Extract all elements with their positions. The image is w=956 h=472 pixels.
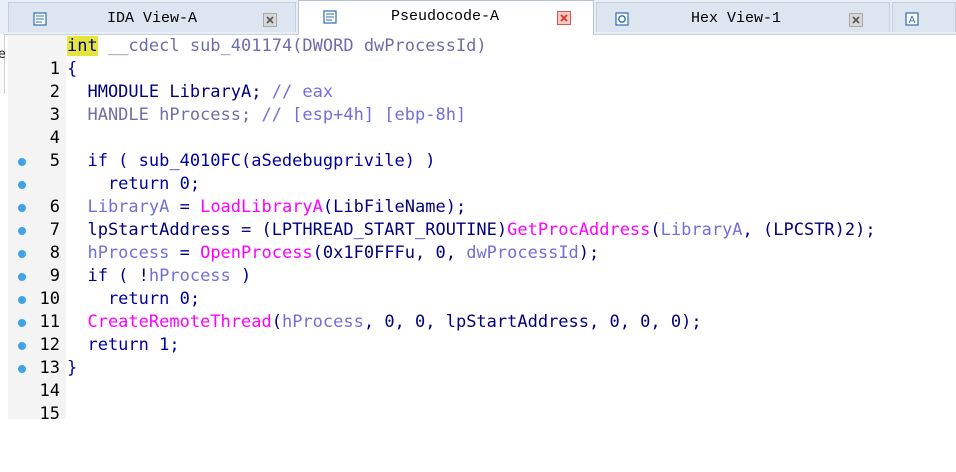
tab-ida-view[interactable]: IDA View-A [8,2,296,32]
arguments: (LibFileName); [322,197,467,217]
code-text: HANDLE hProcess; // [esp+4h] [ebp-8h] [67,104,466,127]
declaration: HANDLE hProcess; [67,105,262,125]
breakpoint-marker-icon[interactable] [18,296,26,304]
code-text: { [67,59,78,79]
close-icon[interactable] [849,12,863,27]
code-line[interactable]: 12 return 0; [0,288,956,355]
variable[interactable]: dwProcessId [466,243,579,263]
paren: ); [578,243,600,263]
function-call[interactable]: CreateRemoteThread [67,312,271,332]
tab-label: IDA View-A [107,10,198,27]
code-line[interactable]: 1 int __cdecl sub_401174(DWORD dwProcess… [0,35,956,79]
code-line[interactable]: 11 if ( !hProcess ) [0,265,956,332]
tab-label: Pseudocode-A [391,8,500,25]
code-line[interactable]: 10 hProcess = OpenProcess(0x1F0FFFu, 0, … [0,242,956,309]
breakpoint-marker-icon[interactable] [18,227,26,235]
code-text: HMODULE LibraryA; // eax [67,81,333,104]
code-line[interactable]: 8 LibraryA = LoadLibraryA(LibFileName); [0,196,956,263]
code-line[interactable]: 14 return 1; [0,334,956,401]
code-line[interactable]: 3 HMODULE LibraryA; // eax [0,81,956,125]
breakpoint-marker-icon[interactable] [18,342,26,350]
arguments: , (LPCSTR)2); [742,220,876,240]
svg-text:A: A [909,15,916,26]
arguments: , 0, 0, lpStartAddress, 0, 0, 0); [363,312,702,332]
code-text: return 0; [67,289,201,309]
line-number: 15 [39,404,60,424]
code-line[interactable]: 4 HANDLE hProcess; // [esp+4h] [ebp-8h] [0,104,956,148]
variable[interactable]: hProcess [149,266,231,286]
pseudocode-view-icon [323,9,337,24]
code-line[interactable]: 2 { [0,58,956,102]
code-text: lpStartAddress = (LPTHREAD_START_ROUTINE… [67,219,876,242]
code-line[interactable]: 9 lpStartAddress = (LPTHREAD_START_ROUTI… [0,219,956,286]
paren: ) [230,266,252,286]
arguments: (0x1F0FFFu, 0, [312,243,467,263]
function-signature: __cdecl sub_401174(DWORD dwProcessId) [97,36,487,56]
code-text: return 1; [67,335,180,355]
breakpoint-marker-icon[interactable] [18,158,26,166]
keyword-int[interactable]: int [67,36,98,56]
declaration: HMODULE LibraryA; [67,82,272,102]
function-call[interactable]: LoadLibraryA [200,197,323,217]
code-text: } [67,358,78,378]
tab-structures[interactable]: A [892,2,956,32]
paren: ( [650,220,661,240]
structures-view-icon: A [905,11,919,26]
comment: // [esp+4h] [ebp-8h] [261,105,467,125]
breakpoint-marker-icon[interactable] [18,273,26,281]
operator: = [169,243,201,263]
hex-view-icon [615,11,629,26]
code-line[interactable]: 15 } [0,357,956,424]
close-icon[interactable] [263,12,277,27]
breakpoint-marker-icon[interactable] [18,204,26,212]
tab-hex-view[interactable]: Hex View-1 [596,2,890,32]
condition: if ( ! [67,266,149,286]
code-text: return 0; [67,174,201,194]
tab-label: Hex View-1 [691,10,782,27]
code-text: CreateRemoteThread(hProcess, 0, 0, lpSta… [67,311,702,334]
code-line[interactable]: 5 [0,127,956,171]
code-line[interactable]: 6 if ( sub_4010FC(aSedebugprivile) ) [0,150,956,217]
breakpoint-marker-icon[interactable] [18,250,26,258]
function-call[interactable]: GetProcAddress [507,220,650,240]
breakpoint-marker-icon[interactable] [18,181,26,189]
operator: = [169,197,201,217]
assignment: lpStartAddress = (LPTHREAD_START_ROUTINE… [67,220,508,240]
variable[interactable]: hProcess [67,243,169,263]
tab-pseudocode[interactable]: Pseudocode-A [298,0,594,35]
function-call[interactable]: OpenProcess [200,243,313,263]
code-line[interactable]: 7 return 0; [0,173,956,240]
comment: // eax [271,82,334,102]
disassembly-view-icon [33,11,47,26]
code-text: int __cdecl sub_401174(DWORD dwProcessId… [67,35,487,58]
code-text: if ( sub_4010FC(aSedebugprivile) ) [67,151,436,171]
variable[interactable]: LibraryA [661,220,743,240]
view-tab-bar: IDA View-A Pseudocode-A Hex View-1 A [0,0,956,35]
breakpoint-marker-icon[interactable] [18,319,26,327]
code-text: hProcess = OpenProcess(0x1F0FFFu, 0, dwP… [67,242,599,265]
variable[interactable]: hProcess [282,312,364,332]
code-text: LibraryA = LoadLibraryA(LibFileName); [67,196,466,219]
breakpoint-marker-icon[interactable] [18,365,26,373]
variable[interactable]: LibraryA [67,197,169,217]
close-icon[interactable] [557,10,571,25]
code-line[interactable]: 13 CreateRemoteThread(hProcess, 0, 0, lp… [0,311,956,378]
code-text: if ( !hProcess ) [67,265,251,288]
paren: ( [271,312,282,332]
